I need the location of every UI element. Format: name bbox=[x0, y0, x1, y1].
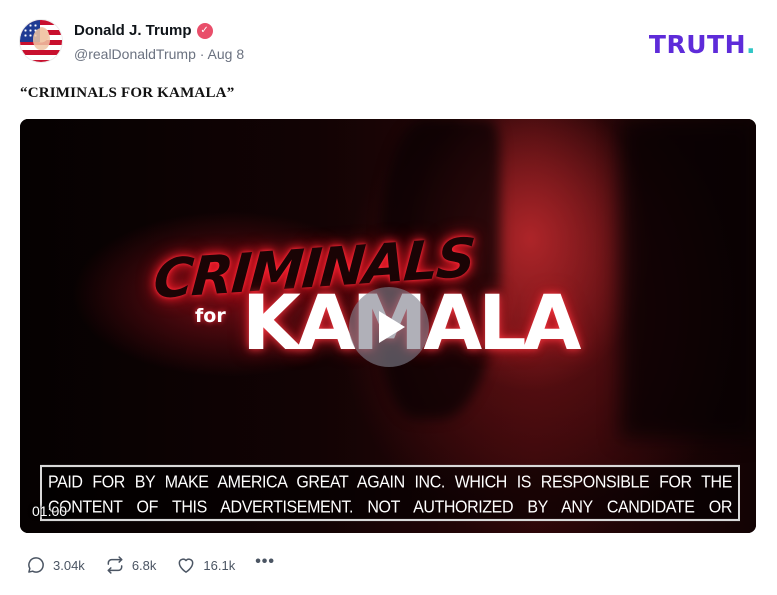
logo-text: TRUTH bbox=[648, 30, 746, 59]
retruth-button[interactable]: 6.8k bbox=[105, 555, 157, 575]
play-button[interactable] bbox=[349, 287, 429, 367]
thumbnail-shadow-right bbox=[620, 119, 756, 439]
more-icon[interactable]: ••• bbox=[255, 554, 275, 570]
retruth-icon bbox=[107, 556, 123, 574]
meta-separator: · bbox=[199, 46, 205, 62]
logo-dot: . bbox=[746, 30, 756, 59]
verified-badge-icon: ✓ bbox=[196, 22, 213, 39]
post-date[interactable]: Aug 8 bbox=[208, 46, 245, 62]
heart-icon bbox=[178, 558, 194, 573]
truth-logo[interactable]: TRUTH. bbox=[649, 30, 756, 59]
play-icon bbox=[379, 311, 405, 343]
avatar[interactable] bbox=[20, 20, 62, 62]
reply-button[interactable]: 3.04k bbox=[26, 555, 85, 575]
video-duration: 01:00 bbox=[32, 503, 68, 519]
video-title-for: for bbox=[195, 305, 226, 327]
avatar-face bbox=[33, 28, 50, 50]
retruth-count: 6.8k bbox=[131, 557, 157, 573]
author-name[interactable]: Donald J. Trump bbox=[74, 22, 192, 39]
ad-disclaimer: PAID FOR BY MAKE AMERICA GREAT AGAIN INC… bbox=[40, 464, 740, 522]
like-button[interactable]: 16.1k bbox=[176, 555, 235, 575]
author-meta: @realDonaldTrump · Aug 8 bbox=[74, 46, 244, 62]
truth-post: Donald J. Trump ✓ @realDonaldTrump · Aug… bbox=[0, 0, 777, 595]
post-actions: 3.04k 6.8k 16.1k ••• bbox=[26, 554, 275, 576]
video-player[interactable]: CRIMINALS for KAMALA PAID FOR BY MAKE AM… bbox=[20, 119, 756, 533]
like-count: 16.1k bbox=[203, 557, 236, 573]
reply-count: 3.04k bbox=[53, 557, 85, 573]
author-handle[interactable]: @realDonaldTrump bbox=[74, 46, 196, 62]
post-text: “CRIMINALS FOR KAMALA” bbox=[20, 85, 235, 101]
author-name-row[interactable]: Donald J. Trump ✓ bbox=[74, 22, 213, 39]
reply-icon bbox=[28, 557, 44, 573]
